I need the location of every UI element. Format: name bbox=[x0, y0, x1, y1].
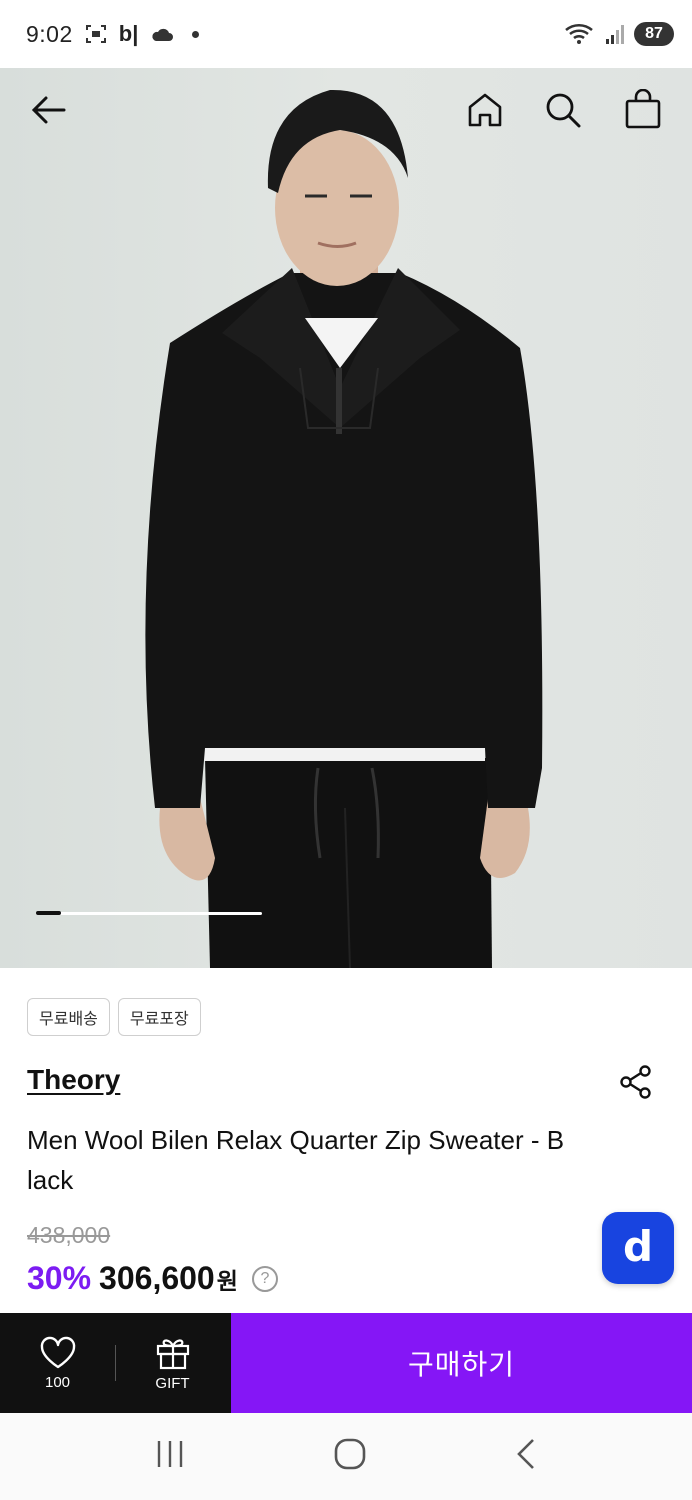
product-photo bbox=[0, 68, 692, 968]
status-bar: 9:02 b| 87 bbox=[0, 0, 692, 68]
sale-price: 306,600 bbox=[99, 1260, 215, 1296]
floating-d-button[interactable]: d bbox=[602, 1212, 674, 1284]
carrier-icon: b| bbox=[118, 21, 139, 46]
discount-rate: 30% bbox=[27, 1260, 92, 1296]
original-price: 438,000 bbox=[27, 1222, 111, 1248]
price-help-icon[interactable]: ? bbox=[251, 1265, 278, 1292]
gift-icon bbox=[156, 1338, 189, 1369]
share-icon[interactable] bbox=[612, 1058, 660, 1106]
system-nav-bar bbox=[0, 1413, 692, 1500]
bar-divider bbox=[115, 1345, 116, 1381]
home-icon[interactable] bbox=[461, 86, 509, 134]
gift-label: GIFT bbox=[155, 1374, 190, 1392]
price-row: 30% 306,600 원 ? bbox=[27, 1260, 278, 1297]
signal-icon bbox=[606, 25, 624, 44]
search-icon[interactable] bbox=[539, 86, 587, 134]
free-wrapping-badge: 무료포장 bbox=[117, 998, 201, 1036]
purchase-bar: 100 GIFT 구매하기 bbox=[0, 1313, 692, 1413]
like-button[interactable]: 100 bbox=[0, 1336, 115, 1391]
free-shipping-badge: 무료배송 bbox=[27, 998, 110, 1036]
back-nav-icon[interactable] bbox=[514, 1437, 538, 1476]
battery-level: 87 bbox=[634, 22, 674, 46]
gallery-progress-fill bbox=[36, 911, 61, 915]
notification-dot-icon bbox=[192, 30, 200, 38]
screenshot-icon bbox=[85, 25, 106, 43]
recent-apps-icon[interactable] bbox=[154, 1439, 186, 1474]
gallery-progress-bar bbox=[36, 911, 262, 915]
shopping-bag-icon[interactable] bbox=[619, 86, 667, 134]
status-time: 9:02 bbox=[26, 20, 73, 47]
back-arrow-icon[interactable] bbox=[24, 86, 72, 134]
gift-button[interactable]: GIFT bbox=[115, 1335, 230, 1392]
wifi-icon bbox=[565, 23, 593, 44]
product-image-gallery[interactable] bbox=[0, 68, 692, 968]
service-badges: 무료배송 무료포장 bbox=[27, 998, 201, 1036]
buy-button[interactable]: 구매하기 bbox=[231, 1313, 692, 1413]
like-count: 100 bbox=[44, 1373, 71, 1391]
fab-logo: d bbox=[622, 1221, 654, 1271]
brand-link[interactable]: Theory bbox=[27, 1064, 120, 1096]
heart-icon bbox=[40, 1336, 75, 1368]
home-nav-icon[interactable] bbox=[333, 1437, 367, 1476]
product-name: Men Wool Bilen Relax Quarter Zip Sweater… bbox=[27, 1125, 565, 1195]
currency-label: 원 bbox=[216, 1268, 238, 1294]
cloud-icon bbox=[152, 28, 174, 41]
